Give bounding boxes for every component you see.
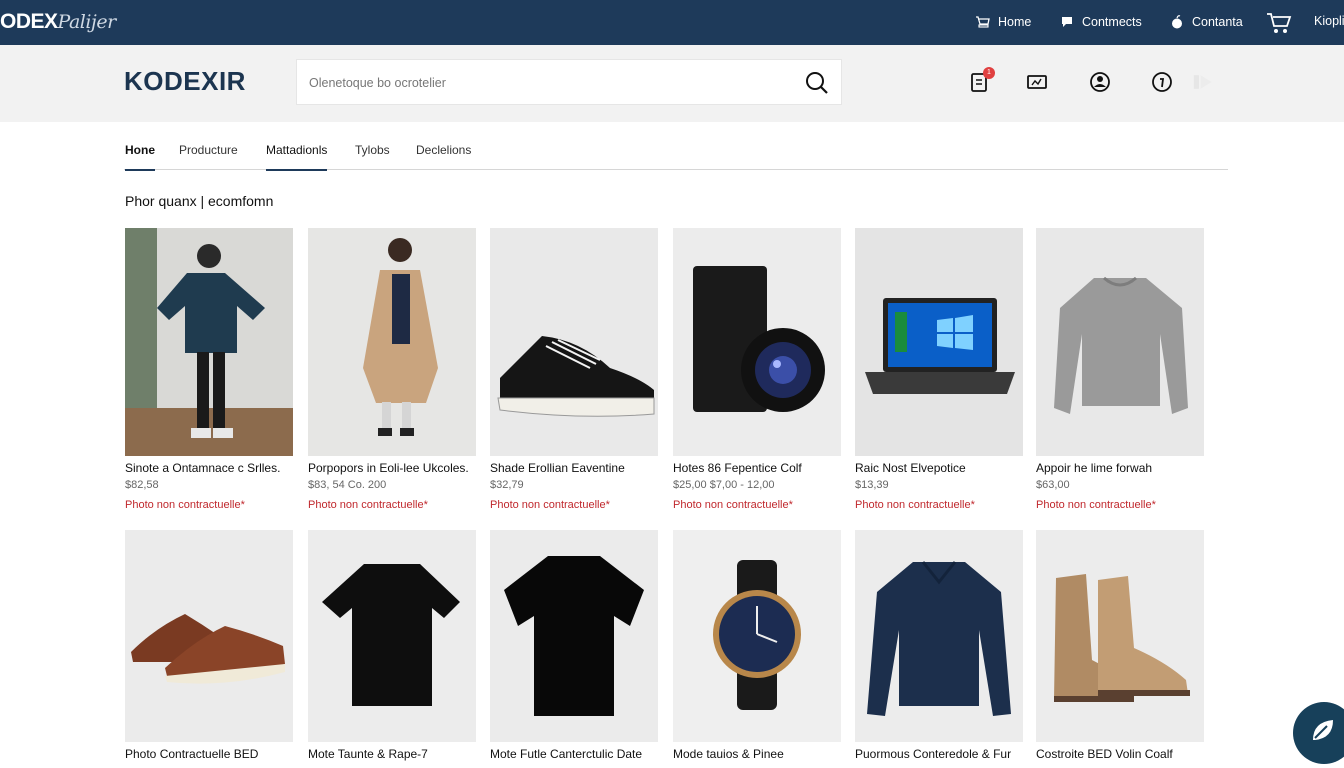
product-name[interactable]: Costroite BED Volin Coalf: [1036, 747, 1204, 761]
topbar-link-contanta[interactable]: Contanta: [1169, 14, 1243, 30]
brand-logo[interactable]: KODEXIR: [124, 66, 246, 97]
product-name[interactable]: Mote Taunte & Rape-7: [308, 747, 476, 761]
black-tshirt-photo[interactable]: [490, 530, 658, 742]
tab-declelions[interactable]: Declelions: [416, 143, 471, 169]
arrow-right-icon[interactable]: [1193, 71, 1215, 93]
chat-icon: [1062, 17, 1072, 27]
product-card[interactable]: Puormous Conteredole & Fur: [855, 530, 1023, 761]
product-name[interactable]: Puormous Conteredole & Fur: [855, 747, 1023, 761]
product-price: $83, 54 Co. 200: [308, 479, 387, 491]
sweater-photo[interactable]: [1036, 228, 1204, 456]
product-card[interactable]: Shade Erollian Eaventine $32,79 Photo no…: [490, 228, 658, 511]
product-card[interactable]: Appoir he lime forwah $63,00 Photo non c…: [1036, 228, 1204, 511]
product-name[interactable]: Mode tauios & Pinee: [673, 747, 841, 761]
top-bar: ODEXPalijer Home Contmects Contanta Kiop…: [0, 0, 1344, 45]
coat-woman-photo[interactable]: [308, 228, 476, 456]
product-name[interactable]: Hotes 86 Fepentice Colf: [673, 461, 841, 475]
product-card[interactable]: Photo Contractuelle BED: [125, 530, 293, 761]
cart-outline-icon: [976, 16, 990, 28]
topbar-link-label: Home: [998, 15, 1032, 29]
monitor-icon[interactable]: [1026, 71, 1048, 93]
topbar-link-contmects[interactable]: Contmects: [1059, 14, 1142, 30]
black-tshirt-photo[interactable]: [308, 530, 476, 742]
section-title: Phor quanx | ecomfomn: [125, 193, 274, 209]
tab-tylobs[interactable]: Tylobs: [355, 143, 390, 169]
watch-photo[interactable]: [673, 530, 841, 742]
search-box: [296, 59, 842, 105]
product-price: $32,79: [490, 479, 524, 491]
search-icon[interactable]: [805, 71, 829, 95]
top-logo-bold: ODEX: [0, 10, 58, 33]
product-note: Photo non contractuelle*: [1036, 499, 1156, 511]
search-input[interactable]: [309, 72, 789, 94]
product-price: $63,00: [1036, 479, 1070, 491]
product-note: Photo non contractuelle*: [308, 499, 428, 511]
tab-mattadionls[interactable]: Mattadionls: [266, 143, 328, 171]
product-price: $82,58: [125, 479, 159, 491]
product-note: Photo non contractuelle*: [490, 499, 610, 511]
product-name[interactable]: Appoir he lime forwah: [1036, 461, 1204, 475]
product-name[interactable]: Shade Erollian Eaventine: [490, 461, 658, 475]
product-note: Photo non contractuelle*: [125, 499, 245, 511]
product-price: $13,39: [855, 479, 889, 491]
camera-photo[interactable]: [673, 228, 841, 456]
user-circle-icon[interactable]: [1089, 71, 1111, 93]
product-note: Photo non contractuelle*: [673, 499, 793, 511]
tab-producture[interactable]: Producture: [179, 143, 238, 169]
product-card[interactable]: Mote Futle Canterctulic Date: [490, 530, 658, 761]
category-tabs: Hone Producture Mattadionls Tylobs Decle…: [124, 122, 1228, 171]
product-name[interactable]: Porpopors in Eoli-lee Ukcoles.: [308, 461, 476, 475]
product-price: $25,00 $7,00 - 12,00: [673, 479, 775, 491]
topbar-link-label: Contmects: [1082, 15, 1142, 29]
shirt-man-photo[interactable]: [125, 228, 293, 456]
chat-fab-button[interactable]: [1293, 702, 1344, 764]
laptop-photo[interactable]: [855, 228, 1023, 456]
product-card[interactable]: Raic Nost Elvepotice $13,39 Photo non co…: [855, 228, 1023, 511]
info-circle-icon[interactable]: [1151, 71, 1173, 93]
leaf-chat-icon: [1313, 720, 1333, 740]
topbar-link-label: Contanta: [1192, 15, 1243, 29]
sneaker-photo[interactable]: [490, 228, 658, 456]
product-name[interactable]: Raic Nost Elvepotice: [855, 461, 1023, 475]
product-card[interactable]: Mote Taunte & Rape-7: [308, 530, 476, 761]
product-card[interactable]: Sinote a Ontamnace c Srlles. $82,58 Phot…: [125, 228, 293, 511]
top-logo[interactable]: ODEXPalijer: [0, 10, 116, 34]
account-link[interactable]: Kiopli: [1314, 14, 1344, 28]
header: KODEXIR 1: [0, 45, 1344, 122]
product-card[interactable]: Porpopors in Eoli-lee Ukcoles. $83, 54 C…: [308, 228, 476, 511]
product-name[interactable]: Sinote a Ontamnace c Srlles.: [125, 461, 293, 475]
navy-sweater-photo[interactable]: [855, 530, 1023, 742]
shopping-cart-icon[interactable]: [1266, 11, 1292, 35]
notification-badge: 1: [983, 67, 995, 79]
product-card[interactable]: Mode tauios & Pinee: [673, 530, 841, 761]
tab-home[interactable]: Hone: [125, 143, 155, 171]
topbar-link-home[interactable]: Home: [975, 14, 1031, 30]
top-logo-script: Palijer: [57, 11, 117, 33]
apple-icon: [1172, 15, 1182, 29]
product-name[interactable]: Mote Futle Canterctulic Date: [490, 747, 658, 761]
product-note: Photo non contractuelle*: [855, 499, 975, 511]
product-name[interactable]: Photo Contractuelle BED: [125, 747, 293, 761]
product-card[interactable]: Hotes 86 Fepentice Colf $25,00 $7,00 - 1…: [673, 228, 841, 511]
boots-photo[interactable]: [1036, 530, 1204, 742]
brown-shoe-photo[interactable]: [125, 530, 293, 742]
product-card[interactable]: Costroite BED Volin Coalf: [1036, 530, 1204, 761]
account-label: Kiopli: [1314, 14, 1344, 28]
